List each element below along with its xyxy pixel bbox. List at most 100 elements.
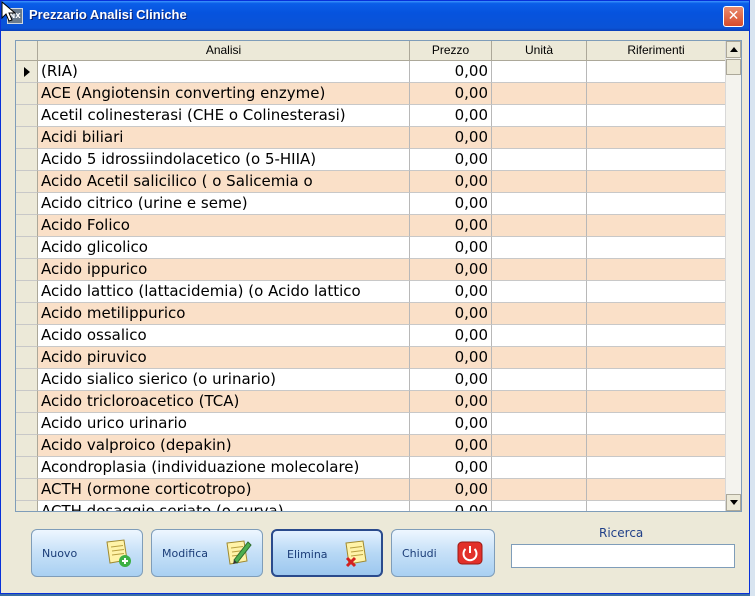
cell-analisi[interactable]: Acido urico urinario bbox=[38, 413, 410, 435]
cell-unita[interactable] bbox=[492, 435, 587, 457]
column-header-analisi[interactable]: Analisi bbox=[38, 41, 410, 61]
cell-analisi[interactable]: Acido 5 idrossiindolacetico (o 5-HIIA) bbox=[38, 149, 410, 171]
cell-analisi[interactable]: Acido citrico (urine e seme) bbox=[38, 193, 410, 215]
table-row[interactable]: Acetil colinesterasi (CHE o Colinesteras… bbox=[16, 105, 726, 127]
analisi-grid[interactable]: Analisi Prezzo Unità Riferimenti (RIA) 0,… bbox=[15, 40, 742, 512]
row-selector[interactable] bbox=[16, 281, 38, 303]
cell-prezzo[interactable]: 0,00 bbox=[410, 193, 492, 215]
cell-prezzo[interactable]: 0,00 bbox=[410, 149, 492, 171]
table-row[interactable]: ACE (Angiotensin converting enzyme) 0,00 bbox=[16, 83, 726, 105]
cell-prezzo[interactable]: 0,00 bbox=[410, 281, 492, 303]
table-row[interactable]: Acido tricloroacetico (TCA) 0,00 bbox=[16, 391, 726, 413]
row-selector[interactable] bbox=[16, 325, 38, 347]
cell-prezzo[interactable]: 0,00 bbox=[410, 83, 492, 105]
cell-unita[interactable] bbox=[492, 215, 587, 237]
cell-unita[interactable] bbox=[492, 149, 587, 171]
cell-riferimenti[interactable] bbox=[587, 413, 726, 435]
cell-riferimenti[interactable] bbox=[587, 391, 726, 413]
row-selector[interactable] bbox=[16, 347, 38, 369]
cell-unita[interactable] bbox=[492, 105, 587, 127]
window-close-button[interactable]: ✕ bbox=[723, 6, 744, 27]
cell-riferimenti[interactable] bbox=[587, 83, 726, 105]
table-row[interactable]: Acido sialico sierico (o urinario) 0,00 bbox=[16, 369, 726, 391]
row-selector[interactable] bbox=[16, 457, 38, 479]
cell-riferimenti[interactable] bbox=[587, 215, 726, 237]
cell-unita[interactable] bbox=[492, 193, 587, 215]
row-selector[interactable] bbox=[16, 303, 38, 325]
vertical-scrollbar[interactable] bbox=[725, 41, 741, 511]
row-selector[interactable] bbox=[16, 193, 38, 215]
cell-riferimenti[interactable] bbox=[587, 325, 726, 347]
cell-analisi[interactable]: Acido ippurico bbox=[38, 259, 410, 281]
cell-analisi[interactable]: ACTH (ormone corticotropo) bbox=[38, 479, 410, 501]
cell-unita[interactable] bbox=[492, 347, 587, 369]
cell-prezzo[interactable]: 0,00 bbox=[410, 237, 492, 259]
scroll-thumb[interactable] bbox=[726, 59, 741, 75]
modifica-button[interactable]: Modifica bbox=[151, 529, 263, 577]
cell-riferimenti[interactable] bbox=[587, 457, 726, 479]
cell-riferimenti[interactable] bbox=[587, 479, 726, 501]
column-header-unita[interactable]: Unità bbox=[492, 41, 587, 61]
column-header-riferimenti[interactable]: Riferimenti bbox=[587, 41, 726, 61]
row-selector[interactable] bbox=[16, 127, 38, 149]
cell-unita[interactable] bbox=[492, 369, 587, 391]
cell-riferimenti[interactable] bbox=[587, 237, 726, 259]
cell-analisi[interactable]: Acondroplasia (individuazione molecolare… bbox=[38, 457, 410, 479]
cell-unita[interactable] bbox=[492, 325, 587, 347]
row-selector[interactable] bbox=[16, 61, 38, 83]
cell-prezzo[interactable]: 0,00 bbox=[410, 171, 492, 193]
cell-analisi[interactable]: Acidi biliari bbox=[38, 127, 410, 149]
row-selector[interactable] bbox=[16, 149, 38, 171]
table-row[interactable]: Acido metilippurico 0,00 bbox=[16, 303, 726, 325]
table-row[interactable]: Acido glicolico 0,00 bbox=[16, 237, 726, 259]
cell-analisi[interactable]: Acido piruvico bbox=[38, 347, 410, 369]
title-bar[interactable]: NX Prezzario Analisi Cliniche ✕ bbox=[1, 1, 749, 31]
cell-riferimenti[interactable] bbox=[587, 303, 726, 325]
row-selector[interactable] bbox=[16, 435, 38, 457]
row-selector[interactable] bbox=[16, 413, 38, 435]
scroll-down-button[interactable] bbox=[726, 494, 741, 511]
table-row[interactable]: Acido citrico (urine e seme) 0,00 bbox=[16, 193, 726, 215]
table-row[interactable]: Acido lattico (lattacidemia) (o Acido la… bbox=[16, 281, 726, 303]
cell-prezzo[interactable]: 0,00 bbox=[410, 435, 492, 457]
cell-analisi[interactable]: Acido metilippurico bbox=[38, 303, 410, 325]
table-row[interactable]: ACTH dosaggio seriato (o curva) 0,00 bbox=[16, 501, 726, 511]
cell-riferimenti[interactable] bbox=[587, 435, 726, 457]
row-selector[interactable] bbox=[16, 237, 38, 259]
elimina-button[interactable]: Elimina bbox=[271, 529, 383, 577]
cell-riferimenti[interactable] bbox=[587, 193, 726, 215]
cell-prezzo[interactable]: 0,00 bbox=[410, 457, 492, 479]
cell-prezzo[interactable]: 0,00 bbox=[410, 105, 492, 127]
cell-prezzo[interactable]: 0,00 bbox=[410, 347, 492, 369]
cell-riferimenti[interactable] bbox=[587, 259, 726, 281]
cell-prezzo[interactable]: 0,00 bbox=[410, 303, 492, 325]
cell-unita[interactable] bbox=[492, 83, 587, 105]
cell-unita[interactable] bbox=[492, 391, 587, 413]
cell-prezzo[interactable]: 0,00 bbox=[410, 479, 492, 501]
cell-analisi[interactable]: Acido sialico sierico (o urinario) bbox=[38, 369, 410, 391]
cell-unita[interactable] bbox=[492, 303, 587, 325]
cell-analisi[interactable]: (RIA) bbox=[38, 61, 410, 83]
cell-unita[interactable] bbox=[492, 259, 587, 281]
table-row[interactable]: Acido Acetil salicilico ( o Salicemia o0… bbox=[16, 171, 726, 193]
cell-prezzo[interactable]: 0,00 bbox=[410, 413, 492, 435]
column-header-prezzo[interactable]: Prezzo bbox=[410, 41, 492, 61]
cell-analisi[interactable]: Acetil colinesterasi (CHE o Colinesteras… bbox=[38, 105, 410, 127]
cell-riferimenti[interactable] bbox=[587, 61, 726, 83]
row-selector[interactable] bbox=[16, 369, 38, 391]
cell-prezzo[interactable]: 0,00 bbox=[410, 325, 492, 347]
row-selector[interactable] bbox=[16, 171, 38, 193]
table-row[interactable]: Acido ippurico 0,00 bbox=[16, 259, 726, 281]
cell-analisi[interactable]: Acido lattico (lattacidemia) (o Acido la… bbox=[38, 281, 410, 303]
cell-analisi[interactable]: Acido ossalico bbox=[38, 325, 410, 347]
cell-analisi[interactable]: Acido Folico bbox=[38, 215, 410, 237]
table-row[interactable]: Acidi biliari 0,00 bbox=[16, 127, 726, 149]
cell-prezzo[interactable]: 0,00 bbox=[410, 61, 492, 83]
row-selector[interactable] bbox=[16, 105, 38, 127]
cell-unita[interactable] bbox=[492, 281, 587, 303]
table-row[interactable]: Acido ossalico 0,00 bbox=[16, 325, 726, 347]
cell-unita[interactable] bbox=[492, 171, 587, 193]
cell-prezzo[interactable]: 0,00 bbox=[410, 215, 492, 237]
cell-analisi[interactable]: Acido valproico (depakin) bbox=[38, 435, 410, 457]
cell-riferimenti[interactable] bbox=[587, 369, 726, 391]
